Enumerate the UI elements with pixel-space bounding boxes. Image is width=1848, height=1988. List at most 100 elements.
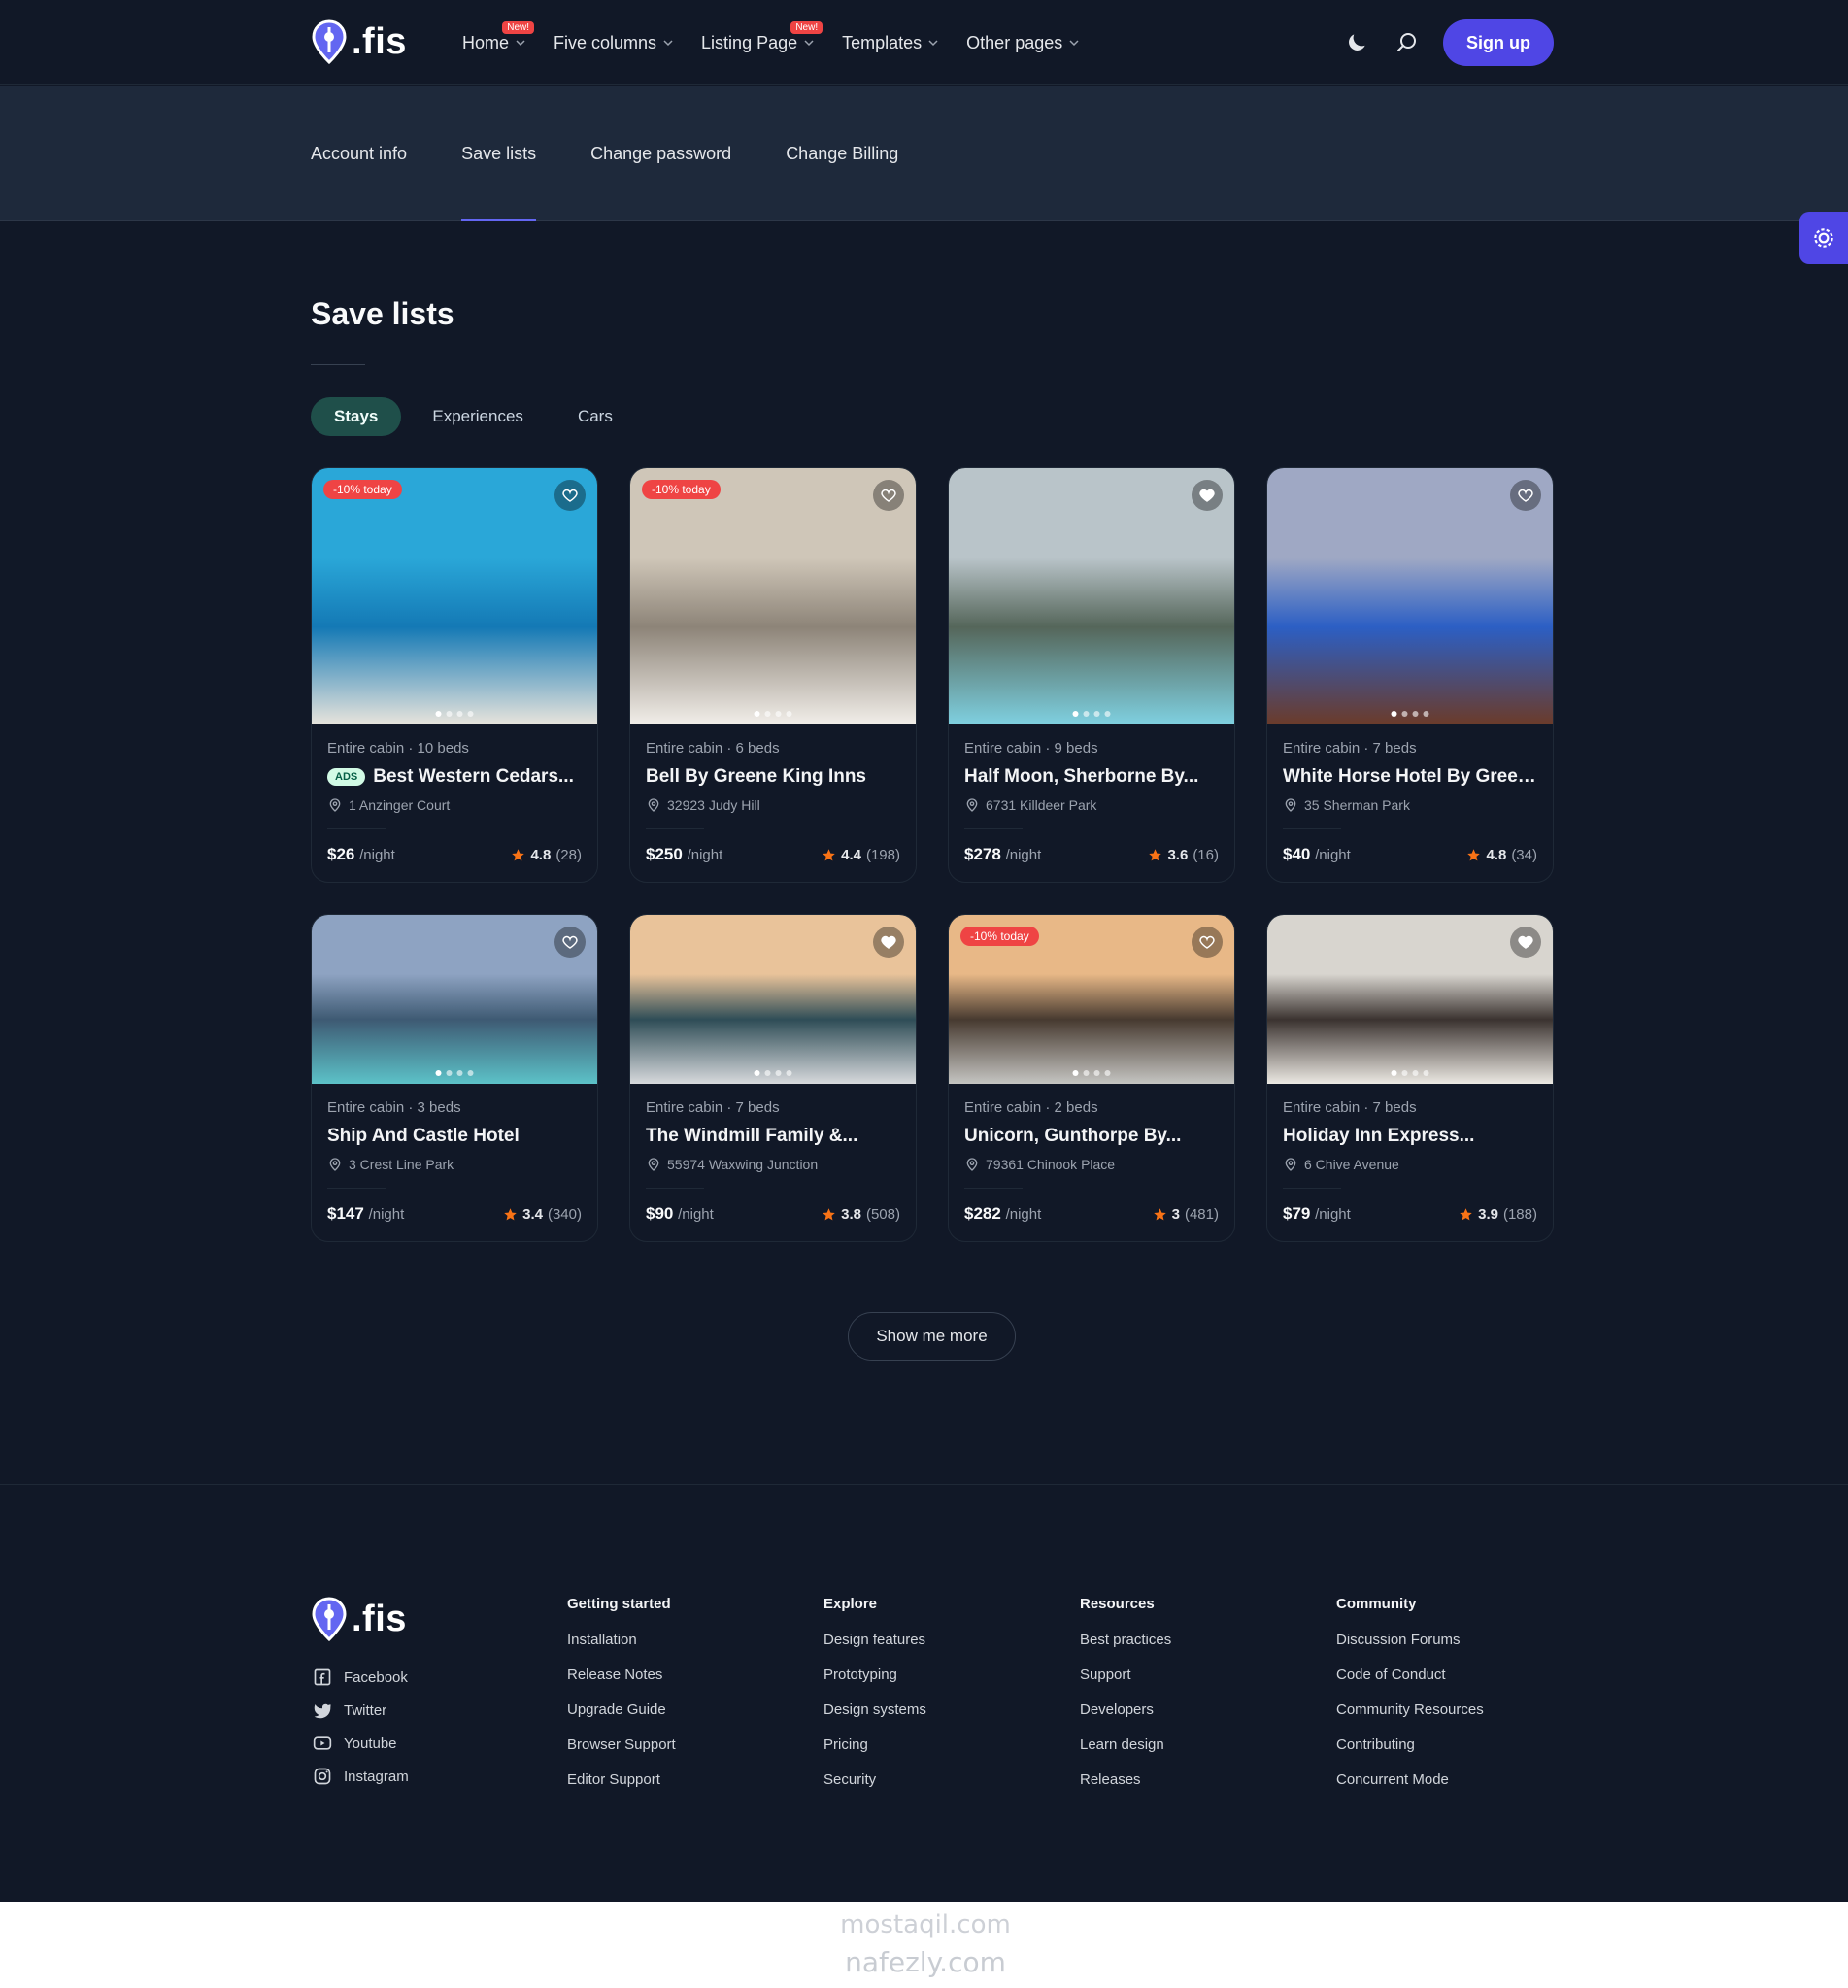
listing-card[interactable]: -10% today Entire cabin · 10 beds ADS Best … (311, 467, 598, 883)
listing-card[interactable]: Entire cabin · 9 beds Half Moon, Sherborn… (948, 467, 1235, 883)
footer-link[interactable]: Security (823, 1771, 926, 1806)
tab-account-info[interactable]: Account info (311, 86, 407, 221)
pager-dot[interactable] (1104, 711, 1111, 717)
pager-dot[interactable] (775, 1070, 782, 1076)
nav-item-listing-page[interactable]: Listing Page New! (688, 0, 828, 85)
listing-name[interactable]: Unicorn, Gunthorpe By... (964, 1126, 1181, 1147)
listing-photo[interactable] (1267, 468, 1553, 724)
pager-dot[interactable] (1093, 1070, 1100, 1076)
pager-dot[interactable] (764, 1070, 771, 1076)
pager-dot[interactable] (1391, 1070, 1397, 1076)
pager-dot[interactable] (435, 711, 442, 717)
social-link-instagram[interactable]: Instagram (313, 1767, 409, 1786)
listing-card[interactable]: -10% today Entire cabin · 6 beds Bell By G… (629, 467, 917, 883)
show-more-button[interactable]: Show me more (848, 1312, 1016, 1361)
footer-link[interactable]: Contributing (1336, 1736, 1484, 1771)
footer-link[interactable]: Concurrent Mode (1336, 1771, 1484, 1806)
tab-change-billing[interactable]: Change Billing (786, 86, 898, 221)
heart-icon[interactable] (1510, 480, 1541, 511)
footer-link[interactable]: Design features (823, 1632, 926, 1667)
settings-button[interactable] (1799, 212, 1848, 264)
pager-dot[interactable] (786, 1070, 792, 1076)
pager-dot[interactable] (435, 1070, 442, 1076)
footer-link[interactable]: Releases (1080, 1771, 1171, 1806)
pager-dot[interactable] (1104, 1070, 1111, 1076)
pager-dot[interactable] (1423, 711, 1429, 717)
listing-name[interactable]: White Horse Hotel By Green... (1283, 766, 1537, 788)
nav-item-templates[interactable]: Templates (828, 0, 953, 85)
pager-dot[interactable] (456, 1070, 463, 1076)
brand-logo[interactable]: .fis (311, 19, 407, 64)
footer-link[interactable]: Developers (1080, 1702, 1171, 1736)
nav-item-five-columns[interactable]: Five columns (540, 0, 688, 85)
listing-photo[interactable]: -10% today (949, 915, 1234, 1084)
footer-link[interactable]: Learn design (1080, 1736, 1171, 1771)
listing-card[interactable]: Entire cabin · 7 beds The Windmill Family… (629, 914, 917, 1242)
heart-icon[interactable] (554, 927, 586, 958)
listing-name[interactable]: Holiday Inn Express... (1283, 1126, 1474, 1147)
pager-dot[interactable] (1083, 1070, 1090, 1076)
listing-card[interactable]: Entire cabin · 7 beds Holiday Inn Express… (1266, 914, 1554, 1242)
listing-photo[interactable]: -10% today (312, 468, 597, 724)
listing-name[interactable]: The Windmill Family &... (646, 1126, 857, 1147)
footer-logo[interactable]: .fis (311, 1597, 407, 1641)
footer-link[interactable]: Browser Support (567, 1736, 676, 1771)
pager-dot[interactable] (456, 711, 463, 717)
pager-dot[interactable] (754, 1070, 760, 1076)
pager-dot[interactable] (467, 1070, 474, 1076)
heart-icon[interactable] (1192, 927, 1223, 958)
tab-change-password[interactable]: Change password (590, 86, 731, 221)
pager-dot[interactable] (1072, 711, 1079, 717)
pager-dot[interactable] (1401, 711, 1408, 717)
pager-dot[interactable] (764, 711, 771, 717)
pager-dot[interactable] (754, 711, 760, 717)
pager-dot[interactable] (467, 711, 474, 717)
listing-card[interactable]: -10% today Entire cabin · 2 beds Unicorn, … (948, 914, 1235, 1242)
listing-photo[interactable] (949, 468, 1234, 724)
listing-photo[interactable] (1267, 915, 1553, 1084)
photo-pager[interactable] (754, 1070, 792, 1076)
heart-icon[interactable] (1510, 927, 1541, 958)
filter-tab-stays[interactable]: Stays (311, 397, 402, 436)
pager-dot[interactable] (1093, 711, 1100, 717)
pager-dot[interactable] (786, 711, 792, 717)
footer-link[interactable]: Code of Conduct (1336, 1667, 1484, 1702)
pager-dot[interactable] (1412, 1070, 1419, 1076)
pager-dot[interactable] (1401, 1070, 1408, 1076)
search-icon[interactable] (1393, 28, 1422, 57)
footer-link[interactable]: Support (1080, 1667, 1171, 1702)
signup-button[interactable]: Sign up (1443, 19, 1554, 66)
listing-name[interactable]: Best Western Cedars... (373, 766, 574, 788)
photo-pager[interactable] (1391, 711, 1429, 717)
footer-link[interactable]: Editor Support (567, 1771, 676, 1806)
pager-dot[interactable] (1423, 1070, 1429, 1076)
moon-icon[interactable] (1342, 28, 1371, 57)
footer-link[interactable]: Installation (567, 1632, 676, 1667)
listing-name[interactable]: Half Moon, Sherborne By... (964, 766, 1198, 788)
photo-pager[interactable] (754, 711, 792, 717)
heart-icon[interactable] (873, 927, 904, 958)
listing-photo[interactable]: -10% today (630, 468, 916, 724)
heart-icon[interactable] (1192, 480, 1223, 511)
social-link-twitter[interactable]: Twitter (313, 1701, 409, 1720)
pager-dot[interactable] (446, 1070, 453, 1076)
pager-dot[interactable] (1072, 1070, 1079, 1076)
listing-photo[interactable] (312, 915, 597, 1084)
footer-link[interactable]: Discussion Forums (1336, 1632, 1484, 1667)
heart-icon[interactable] (873, 480, 904, 511)
pager-dot[interactable] (1412, 711, 1419, 717)
social-link-facebook[interactable]: Facebook (313, 1668, 409, 1687)
tab-save-lists[interactable]: Save lists (461, 86, 537, 221)
pager-dot[interactable] (1083, 711, 1090, 717)
photo-pager[interactable] (1391, 1070, 1429, 1076)
heart-icon[interactable] (554, 480, 586, 511)
footer-link[interactable]: Release Notes (567, 1667, 676, 1702)
listing-name[interactable]: Ship And Castle Hotel (327, 1126, 520, 1147)
photo-pager[interactable] (435, 1070, 474, 1076)
footer-link[interactable]: Pricing (823, 1736, 926, 1771)
pager-dot[interactable] (1391, 711, 1397, 717)
pager-dot[interactable] (446, 711, 453, 717)
listing-card[interactable]: Entire cabin · 7 beds White Horse Hotel B… (1266, 467, 1554, 883)
filter-tab-cars[interactable]: Cars (554, 397, 636, 436)
footer-link[interactable]: Upgrade Guide (567, 1702, 676, 1736)
